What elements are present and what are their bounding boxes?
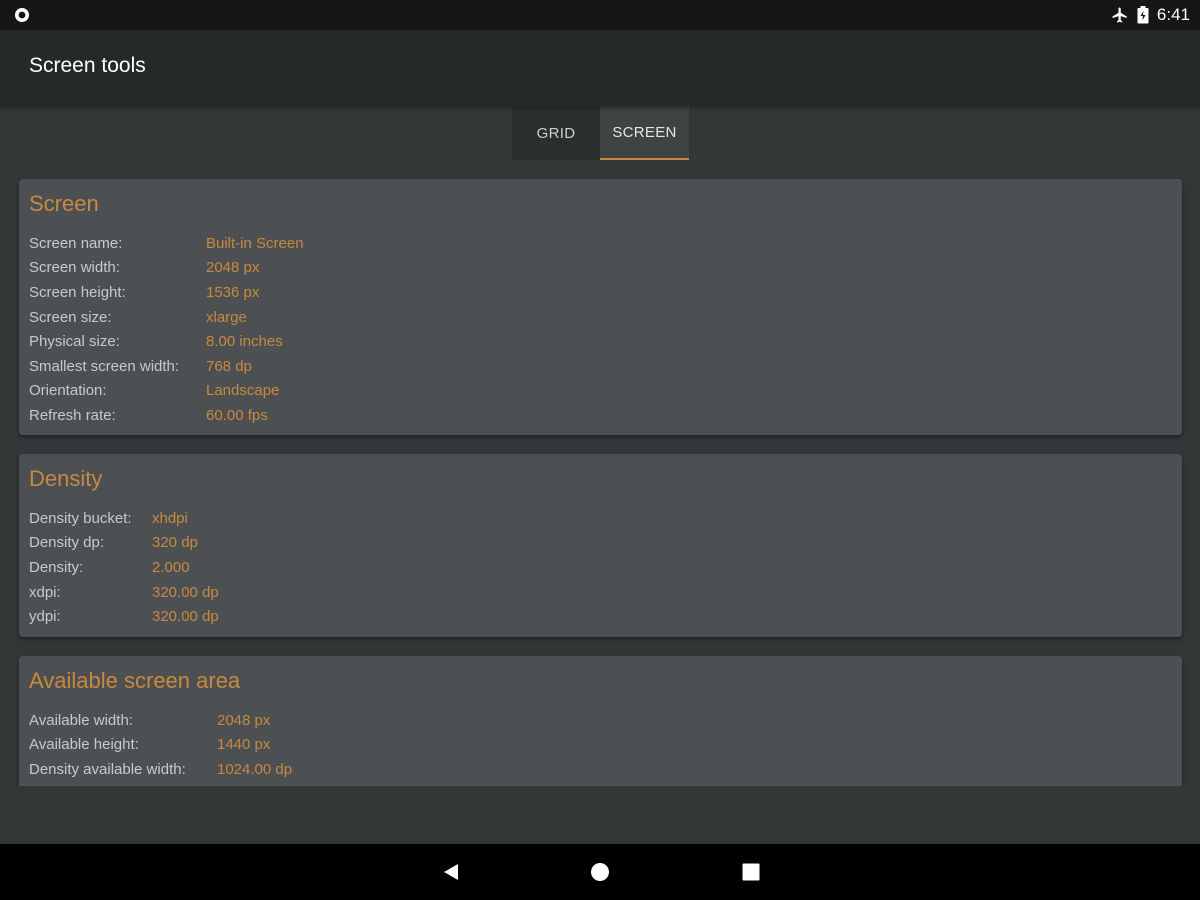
info-value: xhdpi [152,509,188,527]
status-bar: 6:41 [0,0,1200,30]
info-row: Screen size: xlarge [29,305,1172,330]
info-label: Density available width: [29,760,186,778]
tab-grid[interactable]: GRID [512,106,600,160]
app-bar: Screen tools [0,30,1200,106]
info-value: xlarge [206,308,247,326]
info-row: xdpi: 320.00 dp [29,580,1172,605]
info-label: ydpi: [29,608,61,626]
info-row: Orientation: Landscape [29,379,1172,404]
navigation-bar [0,844,1200,900]
info-value: 1024.00 dp [217,760,293,778]
card-title: Available screen area [29,668,241,693]
info-value: 1440 px [217,736,271,754]
info-row: Available width: 2048 px [29,708,1172,733]
info-label: Screen name: [29,234,123,252]
info-row: Screen width: 2048 px [29,256,1172,281]
info-value: 320 dp [152,534,198,552]
info-row: ydpi: 320.00 dp [29,604,1172,629]
info-label: xdpi: [29,583,61,601]
info-value: 60.00 fps [206,406,268,424]
info-row: Smallest screen width: 768 dp [29,354,1172,379]
info-label: Available height: [29,736,139,754]
info-label: Screen width: [29,259,120,277]
airplane-mode-icon [1112,7,1127,23]
info-value: 1536 px [206,283,260,301]
info-row: Density: 2.000 [29,555,1172,580]
info-label: Smallest screen width: [29,357,180,375]
info-row: Density dp: 320 dp [29,531,1172,556]
info-value: 2048 px [206,259,260,277]
info-row: Physical size: 8.00 inches [29,329,1172,354]
screen-card: Screen Screen name: Built-in Screen Scree… [19,179,1182,435]
info-label: Screen size: [29,308,112,326]
app-title: Screen tools [29,54,146,77]
recents-icon[interactable] [741,862,761,882]
tab-bar: GRID SCREEN [512,106,689,160]
home-icon[interactable] [590,862,610,882]
record-icon [15,8,29,22]
info-value: 320.00 dp [152,608,219,626]
info-label: Refresh rate: [29,406,116,424]
info-row: Screen height: 1536 px [29,280,1172,305]
info-row: Density available width: 1024.00 dp [29,757,1172,782]
info-label: Physical size: [29,333,120,351]
info-row: Screen name: Built-in Screen [29,231,1172,256]
info-value: 320.00 dp [152,583,219,601]
available-area-card: Available screen area Available width: 20… [19,656,1182,786]
info-value: Landscape [206,382,280,400]
info-value: 2.000 [152,558,190,576]
info-label: Available width: [29,711,133,729]
density-card: Density Density bucket: xhdpi Density dp:… [19,454,1182,637]
info-value: 2048 px [217,711,271,729]
scroll-content[interactable]: Screen Screen name: Built-in Screen Scree… [0,160,1200,786]
card-title: Density [29,466,103,491]
info-value: 8.00 inches [206,333,283,351]
battery-icon [1137,6,1149,24]
card-title: Screen [29,191,99,216]
info-label: Density dp: [29,534,105,552]
status-time: 6:41 [1156,5,1190,24]
info-row: Density bucket: xhdpi [29,506,1172,531]
info-label: Density bucket: [29,509,132,527]
info-value: Built-in Screen [206,234,304,252]
back-icon[interactable] [441,862,461,882]
tab-screen[interactable]: SCREEN [600,106,689,160]
info-row: Available height: 1440 px [29,733,1172,758]
info-row: Refresh rate: 60.00 fps [29,403,1172,428]
info-value: 768 dp [206,357,252,375]
info-label: Orientation: [29,382,107,400]
info-label: Screen height: [29,283,126,301]
info-label: Density: [29,558,84,576]
